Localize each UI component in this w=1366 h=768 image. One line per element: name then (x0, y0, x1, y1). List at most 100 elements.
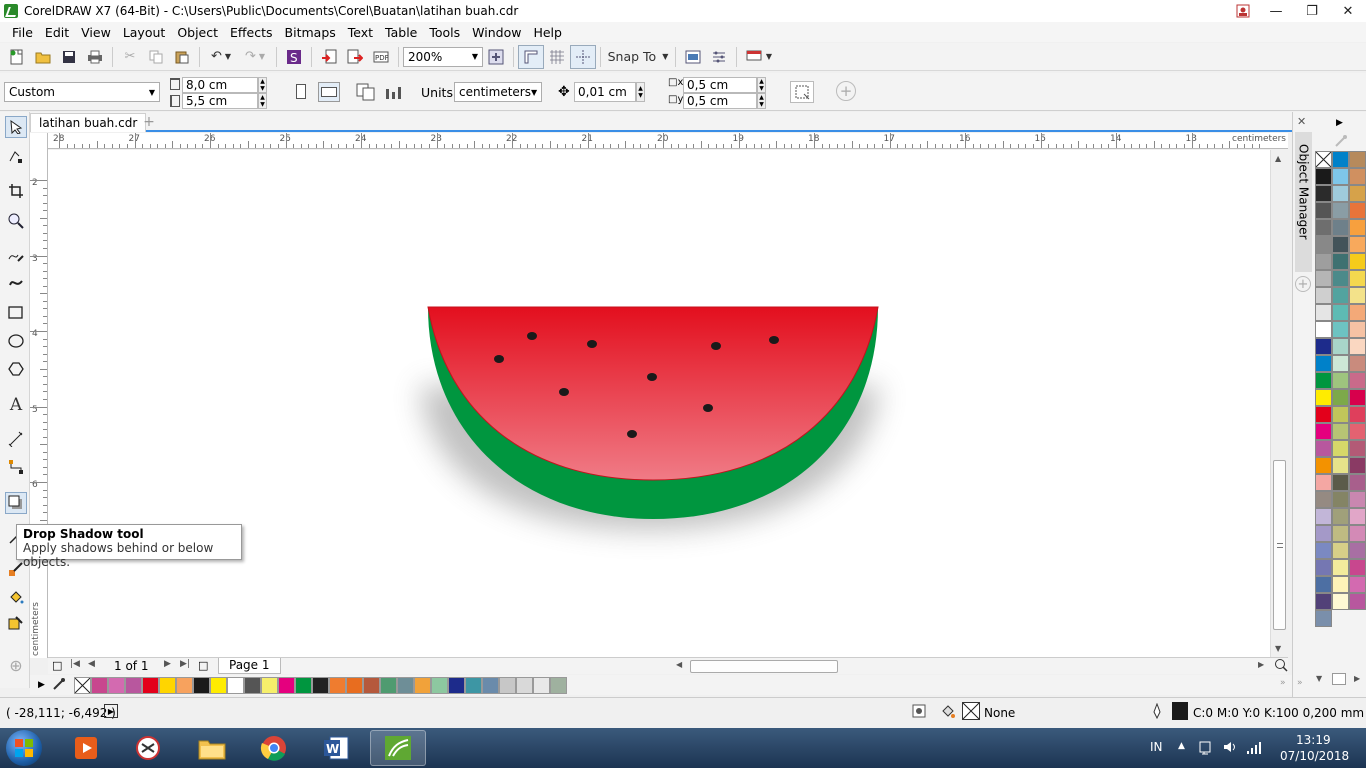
menu-effects[interactable]: Effects (224, 25, 279, 40)
add-tool-plus-icon[interactable]: ⊕ (5, 654, 27, 676)
duplicate-x-input[interactable]: 0,5 cm (683, 77, 757, 93)
palette-swatch[interactable] (1332, 389, 1349, 406)
color-swatch[interactable] (550, 676, 567, 694)
units-combo[interactable]: centimeters ▼ (454, 82, 542, 102)
landscape-icon[interactable] (318, 82, 340, 102)
palette-swatch[interactable] (1332, 576, 1349, 593)
export-icon[interactable] (342, 45, 368, 69)
color-swatch[interactable] (244, 676, 261, 694)
color-swatch[interactable] (210, 676, 227, 694)
palette-swatch[interactable] (1332, 474, 1349, 491)
page-tab[interactable]: Page 1 (218, 658, 281, 674)
palette-swatch[interactable] (1349, 202, 1366, 219)
palette-swatch[interactable] (1315, 236, 1332, 253)
palette-scroll-icon[interactable]: » (1280, 678, 1286, 688)
palette-swatch[interactable] (1349, 457, 1366, 474)
interactive-fill-tool-icon[interactable] (5, 586, 27, 608)
docker-expand-icon[interactable]: » (1297, 678, 1303, 688)
palette-swatch[interactable] (1315, 474, 1332, 491)
paper-type-combo[interactable]: Custom ▼ (4, 82, 160, 102)
dup-x-spinner[interactable]: ▲ ▼ (757, 77, 766, 93)
ellipse-tool-icon[interactable] (5, 330, 27, 352)
docker-close-icon[interactable]: ✕ (1297, 115, 1306, 128)
palette-swatch[interactable] (1332, 236, 1349, 253)
palette-swatch[interactable] (1349, 593, 1366, 610)
no-color-swatch[interactable] (74, 676, 91, 694)
color-swatch[interactable] (397, 676, 414, 694)
palette-swatch[interactable] (1315, 287, 1332, 304)
open-icon[interactable] (30, 45, 56, 69)
paste-icon[interactable] (169, 45, 195, 69)
palette-swatch[interactable] (1315, 389, 1332, 406)
snipping-tool-icon[interactable] (120, 730, 176, 766)
palette-swatch[interactable] (1349, 525, 1366, 542)
palette-swatch[interactable] (1349, 185, 1366, 202)
palette-swatch[interactable] (1349, 372, 1366, 389)
input-language[interactable]: IN (1150, 740, 1163, 754)
palette-swatch[interactable] (1332, 559, 1349, 576)
show-guidelines-icon[interactable] (570, 44, 596, 69)
color-swatch[interactable] (448, 676, 465, 694)
clock-time[interactable]: 13:19 (1296, 733, 1331, 747)
page-height-input[interactable]: 5,5 cm (182, 93, 258, 109)
text-tool-icon[interactable]: A (5, 394, 27, 416)
color-swatch[interactable] (329, 676, 346, 694)
menu-layout[interactable]: Layout (117, 25, 172, 40)
scroll-right-icon[interactable]: ▶ (1258, 660, 1264, 669)
color-swatch[interactable] (431, 676, 448, 694)
menu-view[interactable]: View (75, 25, 117, 40)
menu-text[interactable]: Text (342, 25, 379, 40)
palette-swatch[interactable] (1315, 185, 1332, 202)
palette-swatch[interactable] (1349, 287, 1366, 304)
new-tab-plus-icon[interactable]: + (140, 114, 158, 130)
duplicate-y-input[interactable]: 0,5 cm (683, 93, 757, 109)
menu-window[interactable]: Window (466, 25, 527, 40)
document-tab[interactable]: latihan buah.cdr (30, 113, 147, 132)
pick-tool-icon[interactable] (5, 116, 27, 138)
full-screen-preview-icon[interactable] (483, 45, 509, 69)
color-swatch[interactable] (91, 676, 108, 694)
palette-swatch[interactable] (1332, 423, 1349, 440)
clock-date[interactable]: 07/10/2018 (1280, 749, 1349, 763)
palette-swatch[interactable] (1349, 338, 1366, 355)
docker-add-icon[interactable]: + (1295, 276, 1311, 292)
palette-swatch[interactable] (1315, 440, 1332, 457)
snap-to-dropdown[interactable]: Snap To ▼ (605, 45, 671, 69)
save-icon[interactable] (56, 45, 82, 69)
portrait-icon[interactable] (296, 84, 306, 99)
parallel-dimension-tool-icon[interactable] (5, 428, 27, 450)
restore-button[interactable]: ❐ (1294, 0, 1330, 22)
drop-shadow-tool-icon[interactable] (5, 492, 27, 514)
palette-swatch[interactable] (1332, 321, 1349, 338)
palette-swatch[interactable] (1349, 304, 1366, 321)
palette-swatch[interactable] (1315, 202, 1332, 219)
next-page-icon[interactable]: ▶ (164, 659, 171, 669)
palette-swatch[interactable] (1349, 474, 1366, 491)
palette-swatch[interactable] (1332, 525, 1349, 542)
palette-swatch[interactable] (1349, 270, 1366, 287)
palette-swatch[interactable] (1315, 372, 1332, 389)
color-swatch[interactable] (193, 676, 210, 694)
network-status-icon[interactable] (1198, 739, 1214, 758)
menu-table[interactable]: Table (379, 25, 423, 40)
color-swatch[interactable] (312, 676, 329, 694)
color-swatch[interactable] (482, 676, 499, 694)
dup-y-spinner[interactable]: ▲ ▼ (757, 93, 766, 109)
show-grid-icon[interactable] (544, 45, 570, 69)
color-swatch[interactable] (142, 676, 159, 694)
palette-swatch[interactable] (1332, 372, 1349, 389)
width-spinner[interactable]: ▲ ▼ (258, 77, 267, 93)
palette-swatch[interactable] (1332, 219, 1349, 236)
palette-swatch[interactable] (1315, 219, 1332, 236)
palette-swatch[interactable] (1349, 406, 1366, 423)
palette-swatch[interactable] (1315, 304, 1332, 321)
cut-icon[interactable]: ✂ (117, 45, 143, 69)
palette-swatch[interactable] (1315, 593, 1332, 610)
all-pages-icon[interactable] (356, 83, 376, 101)
palette-swatch[interactable] (1315, 457, 1332, 474)
nudge-spinner[interactable]: ▲ ▼ (636, 82, 645, 102)
artistic-media-tool-icon[interactable] (5, 272, 27, 294)
palette-swatch[interactable] (1332, 406, 1349, 423)
show-rulers-icon[interactable] (518, 44, 544, 69)
palette-swatch[interactable] (1332, 270, 1349, 287)
